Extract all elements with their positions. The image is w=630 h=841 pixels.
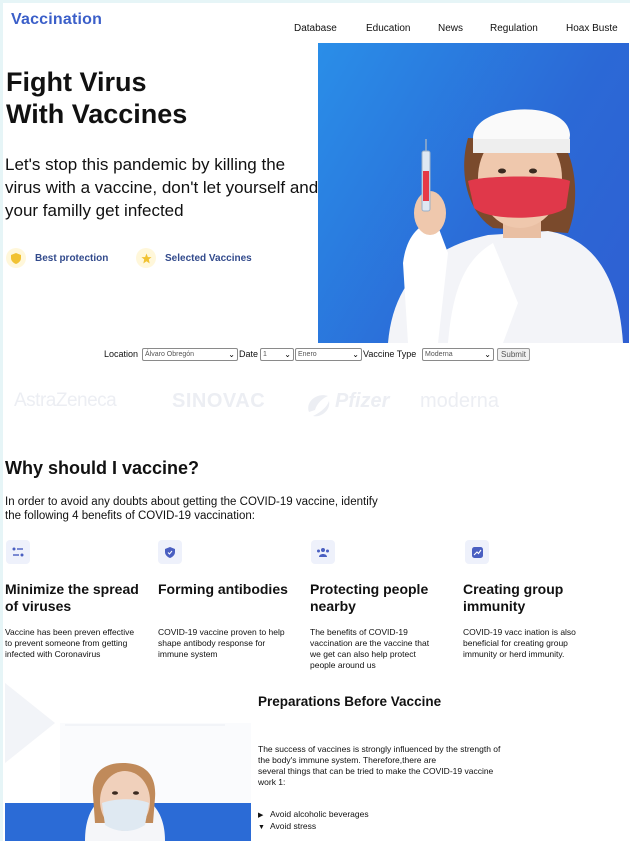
chevron-down-icon: ⌄: [352, 350, 359, 359]
preparation-item-collapsed[interactable]: ▶ Avoid alcoholic beverages: [258, 809, 369, 821]
star-icon: [136, 248, 156, 268]
location-label: Location: [104, 349, 139, 359]
hero-doctor-image: [318, 43, 629, 343]
hero-title: Fight Virus With Vaccines: [6, 66, 187, 130]
astrazeneca-logo: AstraZeneca: [14, 390, 117, 411]
month-select-value: Enero: [298, 351, 317, 358]
benefit-title: Creating group immunity: [463, 581, 564, 614]
main-nav: Database Education News Regulation Hoax …: [0, 23, 630, 37]
moderna-logo: moderna: [420, 390, 499, 412]
hero-subtitle: Let's stop this pandemic by killing the …: [5, 155, 319, 220]
preparation-item-label: Avoid stress: [270, 821, 317, 831]
benefit-title: Forming antibodies: [158, 581, 288, 597]
vaccine-type-label: Vaccine Type: [363, 349, 417, 359]
day-select[interactable]: 1 ⌄: [260, 348, 294, 361]
caret-down-icon: ▼: [258, 824, 265, 831]
pfizer-swirl-icon: [308, 395, 330, 417]
page-edge-top: [0, 0, 630, 3]
feature-label: Selected Vaccines: [165, 252, 252, 264]
preparation-item-label: Avoid alcoholic beverages: [270, 809, 369, 819]
month-select[interactable]: Enero ⌄: [295, 348, 362, 361]
chart-icon: [465, 540, 489, 564]
caret-right-icon: ▶: [258, 812, 264, 819]
nav-link-education[interactable]: Education: [366, 23, 410, 34]
feature-selected-vaccines: Selected Vaccines: [136, 247, 252, 269]
preparations-text-part-1: The success of vaccines is strongly infl…: [258, 744, 501, 765]
benefit-description: The benefits of COVID-19 vaccination are…: [310, 627, 430, 670]
feature-best-protection: Best protection: [6, 247, 108, 269]
benefit-title: Protecting people nearby: [310, 581, 429, 614]
nav-link-news[interactable]: News: [438, 23, 463, 34]
preparations-list: ▶ Avoid alcoholic beverages ▼ Avoid stress: [258, 809, 369, 833]
location-select-value: Álvaro Obregón: [145, 351, 195, 358]
chevron-down-icon: ⌄: [484, 350, 491, 359]
pfizer-logo: Pfizer: [335, 390, 390, 412]
people-icon: [311, 540, 335, 564]
vaccine-type-select[interactable]: Moderna ⌄: [422, 348, 494, 361]
preparations-text: The success of vaccines is strongly infl…: [258, 744, 508, 788]
vaccine-type-select-value: Moderna: [425, 351, 453, 358]
page-edge-left: [0, 0, 3, 841]
preparations-text-part-2: several things that can be tried to make…: [258, 766, 494, 787]
why-vaccine-title: Why should I vaccine?: [5, 458, 200, 478]
nav-link-database[interactable]: Database: [294, 23, 337, 34]
benefit-description: Vaccine has been preven effective to pre…: [5, 627, 135, 659]
nav-link-hoax-buster[interactable]: Hoax Buste: [566, 23, 618, 34]
why-vaccine-intro: In order to avoid any doubts about getti…: [5, 496, 378, 522]
prep-woman-image: [5, 683, 251, 841]
shield-icon: [6, 248, 26, 268]
date-label: Date: [239, 349, 259, 359]
preparations-title: Preparations Before Vaccine: [258, 694, 442, 709]
preparation-item-expanded[interactable]: ▼ Avoid stress: [258, 821, 369, 833]
benefit-title: Minimize the spread of viruses: [5, 581, 139, 614]
chevron-down-icon: ⌄: [228, 350, 235, 359]
benefit-description: COVID-19 vaccine proven to help shape an…: [158, 627, 285, 659]
vaccine-search-form: Location Álvaro Obregón ⌄ Date 1 ⌄ Enero…: [0, 347, 630, 363]
hero-title-line-2: With Vaccines: [6, 99, 188, 129]
shield-icon: [158, 540, 182, 564]
day-select-value: 1: [263, 351, 267, 358]
nav-link-regulation[interactable]: Regulation: [490, 23, 538, 34]
benefit-description: COVID-19 vacc ination is also beneficial…: [463, 627, 576, 659]
sliders-icon: [6, 540, 30, 564]
sinovac-logo: SINOVAC: [172, 390, 266, 412]
chevron-down-icon: ⌄: [284, 350, 291, 359]
hero-title-line-1: Fight Virus: [6, 67, 147, 97]
location-select[interactable]: Álvaro Obregón ⌄: [142, 348, 238, 361]
feature-label: Best protection: [35, 252, 109, 264]
submit-button[interactable]: Submit: [497, 348, 530, 361]
